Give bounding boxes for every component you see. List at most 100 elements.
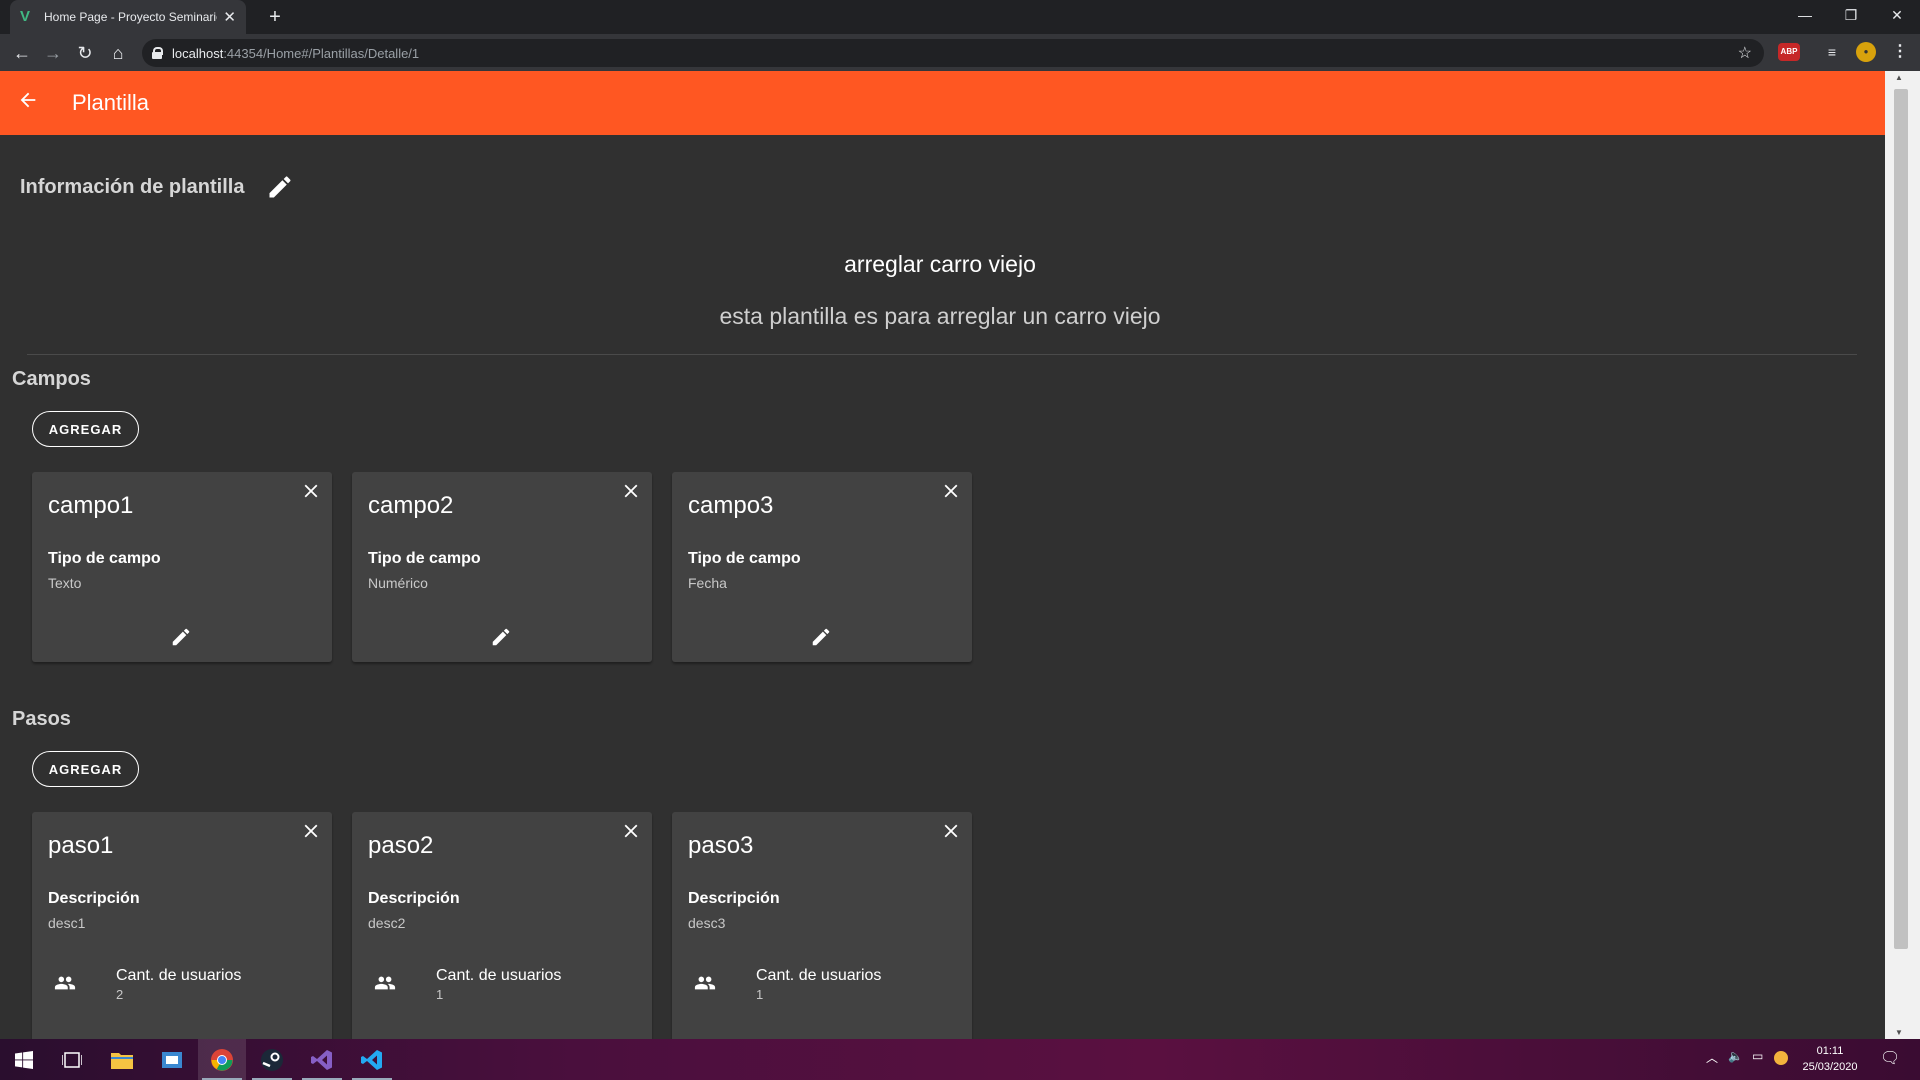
scroll-down-icon[interactable]: ▼ (1895, 1028, 1903, 1037)
network-icon[interactable]: ▭ (1752, 1049, 1763, 1063)
paso-card: paso3 Descripción desc3 Cant. de usuario… (672, 812, 972, 1039)
edit-info-icon[interactable] (266, 173, 294, 201)
paso-desc-value: desc1 (48, 915, 86, 931)
back-icon[interactable]: ← (10, 41, 34, 65)
campo-name: campo2 (368, 492, 454, 519)
file-explorer-icon[interactable] (98, 1039, 146, 1080)
paso-users-label: Cant. de usuarios (756, 967, 882, 984)
chrome-taskbar-icon[interactable] (198, 1039, 246, 1080)
delete-paso-icon[interactable] (620, 820, 642, 842)
clock-date: 25/03/2020 (1802, 1061, 1858, 1073)
windows-start-icon[interactable] (0, 1039, 48, 1080)
forward-icon[interactable]: → (41, 41, 65, 65)
url-host: localhost (172, 45, 224, 61)
paso-users-label: Cant. de usuarios (436, 967, 562, 984)
paso-card: paso2 Descripción desc2 Cant. de usuario… (352, 812, 652, 1039)
window-close-icon[interactable]: ✕ (1874, 0, 1920, 30)
paso-desc-value: desc2 (368, 915, 406, 931)
campo-type-label: Tipo de campo (48, 550, 161, 567)
delete-paso-icon[interactable] (940, 820, 962, 842)
back-arrow-icon[interactable] (0, 89, 56, 118)
paso-name: paso1 (48, 832, 114, 859)
tab-close-icon[interactable]: ✕ (223, 8, 236, 26)
paso-desc-label: Descripción (688, 890, 780, 907)
delete-campo-icon[interactable] (300, 480, 322, 502)
campo-type-value: Numérico (368, 575, 428, 591)
campo-type-value: Fecha (688, 575, 727, 591)
campo-type-value: Texto (48, 575, 82, 591)
page-title: Plantilla (72, 90, 150, 115)
restore-icon[interactable]: ❐ (1828, 0, 1874, 30)
campos-section-title: Campos (12, 368, 91, 390)
paso-desc-label: Descripción (368, 890, 460, 907)
users-group-icon (52, 972, 82, 996)
tray-chevron-icon[interactable]: ︿ (1706, 1049, 1718, 1066)
visual-studio-icon[interactable] (298, 1039, 346, 1080)
url-path: :44354/Home#/Plantillas/Detalle/1 (223, 45, 420, 61)
taskbar-clock[interactable]: 01:11 25/03/2020 (1790, 1043, 1870, 1075)
app-toolbar: Plantilla (0, 71, 1885, 135)
task-view-icon[interactable] (48, 1039, 96, 1080)
campo-card: campo1 Tipo de campo Texto (32, 472, 332, 662)
vue-favicon-icon: V (20, 8, 31, 25)
info-header: Información de plantilla (20, 173, 294, 201)
info-heading: Información de plantilla (20, 175, 245, 198)
browser-toolbar: ← → ↻ ⌂ localhost:44354/Home#/Plantillas… (0, 34, 1920, 71)
campo-name: campo1 (48, 492, 134, 519)
paso-users-label: Cant. de usuarios (116, 967, 242, 984)
delete-paso-icon[interactable] (300, 820, 322, 842)
users-group-icon (692, 972, 722, 996)
scroll-up-icon[interactable]: ▲ (1895, 73, 1903, 82)
campo-type-label: Tipo de campo (368, 550, 481, 567)
bookmark-star-icon[interactable]: ☆ (1738, 43, 1752, 63)
paso-card: paso1 Descripción desc1 Cant. de usuario… (32, 812, 332, 1039)
minimize-icon[interactable]: — (1782, 0, 1828, 30)
divider (27, 354, 1857, 355)
template-name: arreglar carro viejo (844, 251, 1036, 277)
main-content: Información de plantilla arreglar carro … (0, 135, 1885, 1039)
reload-icon[interactable]: ↻ (73, 41, 97, 65)
adblock-extension-icon[interactable]: ABP (1778, 43, 1800, 61)
new-tab-button[interactable]: + (262, 4, 288, 30)
paso-users-value: 1 (756, 987, 764, 1002)
home-icon[interactable]: ⌂ (106, 41, 130, 65)
paso-users-value: 1 (436, 987, 444, 1002)
windows-taskbar: ︿ 🔈 ▭ 01:11 25/03/2020 🗨 (0, 1039, 1920, 1080)
users-group-icon (372, 972, 402, 996)
vscode-icon[interactable] (348, 1039, 396, 1080)
edit-campo-icon[interactable] (810, 626, 832, 648)
add-campo-button[interactable]: AGREGAR (32, 411, 139, 447)
scrollbar-thumb[interactable] (1894, 89, 1908, 949)
browser-tab-strip: V Home Page - Proyecto Seminario ✕ + — ❐… (0, 0, 1920, 34)
steam-icon[interactable] (248, 1039, 296, 1080)
profile-avatar[interactable]: ● (1856, 42, 1876, 62)
edit-campo-icon[interactable] (490, 626, 512, 648)
campo-card: campo3 Tipo de campo Fecha (672, 472, 972, 662)
paso-name: paso3 (688, 832, 754, 859)
address-bar[interactable]: localhost:44354/Home#/Plantillas/Detalle… (142, 39, 1764, 67)
media-queue-icon[interactable]: ≡ (1822, 42, 1842, 62)
campo-name: campo3 (688, 492, 774, 519)
paso-desc-label: Descripción (48, 890, 140, 907)
clock-time: 01:11 (1816, 1045, 1844, 1057)
notifications-icon[interactable]: 🗨 (1880, 1048, 1900, 1068)
pasos-section-title: Pasos (12, 708, 71, 730)
store-app-icon[interactable] (148, 1039, 196, 1080)
paso-desc-value: desc3 (688, 915, 726, 931)
tray-app-icon[interactable] (1774, 1051, 1788, 1065)
page-scrollbar[interactable]: ▲ ▼ (1885, 71, 1920, 1039)
delete-campo-icon[interactable] (940, 480, 962, 502)
campo-card: campo2 Tipo de campo Numérico (352, 472, 652, 662)
paso-name: paso2 (368, 832, 434, 859)
template-description: esta plantilla es para arreglar un carro… (719, 303, 1161, 329)
browser-menu-icon[interactable]: ⋮ (1890, 42, 1910, 62)
tab-title: Home Page - Proyecto Seminario (44, 10, 218, 24)
browser-tab[interactable]: V Home Page - Proyecto Seminario ✕ (10, 0, 246, 34)
paso-users-value: 2 (116, 987, 124, 1002)
add-paso-button[interactable]: AGREGAR (32, 751, 139, 787)
delete-campo-icon[interactable] (620, 480, 642, 502)
volume-icon[interactable]: 🔈 (1728, 1049, 1743, 1063)
lock-icon (152, 47, 163, 59)
campo-type-label: Tipo de campo (688, 550, 801, 567)
edit-campo-icon[interactable] (170, 626, 192, 648)
